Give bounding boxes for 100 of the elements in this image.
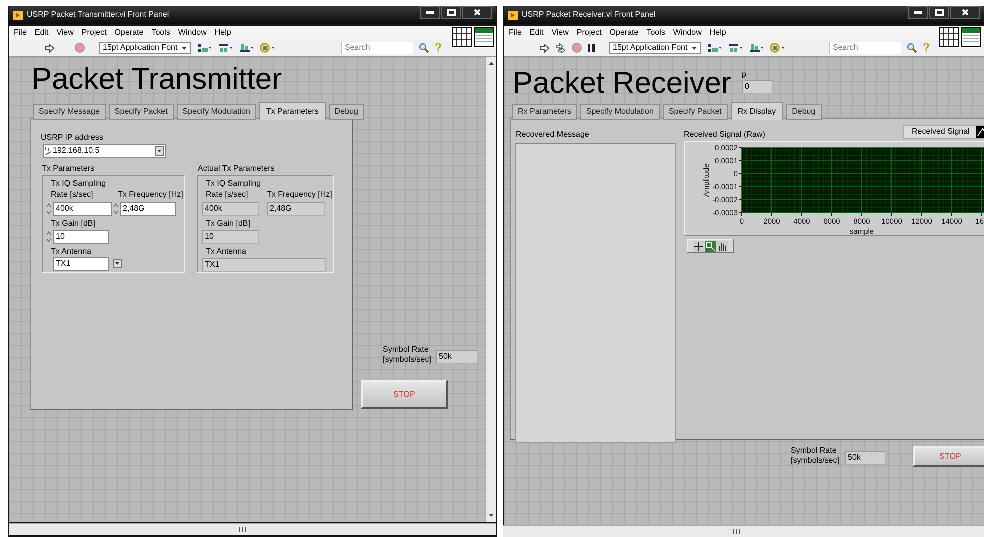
field-label: Symbol Rate xyxy=(383,345,430,355)
tab[interactable]: Rx Parameters xyxy=(512,104,578,120)
help-icon[interactable] xyxy=(923,43,930,53)
plot-legend: Received Signal xyxy=(903,125,984,139)
menu-item[interactable]: Window xyxy=(178,27,207,39)
numeric-indicator: 10 xyxy=(202,230,259,244)
scrollbar[interactable] xyxy=(9,523,496,535)
io-name-icon xyxy=(45,146,52,156)
menu-item[interactable]: View xyxy=(552,27,569,39)
caret-icon xyxy=(692,46,697,50)
menu-item[interactable]: File xyxy=(509,27,522,39)
menu-item[interactable]: Project xyxy=(576,27,602,39)
distribute-icon[interactable] xyxy=(218,43,233,53)
numeric-indicator: 50k xyxy=(845,451,886,465)
text-indicator: TX1 xyxy=(202,258,326,272)
tab[interactable]: Debug xyxy=(786,104,822,120)
menu-item[interactable]: Edit xyxy=(34,27,49,39)
numeric-field[interactable]: 10 xyxy=(53,230,109,244)
crosshair-icon[interactable] xyxy=(693,240,704,252)
help-icon[interactable] xyxy=(435,43,442,53)
field-label: Tx Antenna xyxy=(206,247,246,257)
minimize-button[interactable] xyxy=(908,6,928,19)
ip-address-dropdown[interactable]: 192.168.10.5 xyxy=(43,144,166,158)
caret-icon xyxy=(182,46,187,50)
close-button[interactable] xyxy=(462,6,492,19)
panel-heading: Packet Receiver xyxy=(513,69,732,99)
numeric-field[interactable]: 2,48G xyxy=(120,202,176,216)
maximize-icon xyxy=(934,9,944,16)
tab[interactable]: Specify Packet xyxy=(662,104,728,120)
align-icon[interactable] xyxy=(707,43,722,53)
menu-item[interactable]: Operate xyxy=(610,27,639,39)
field-label: USRP IP address xyxy=(41,133,104,143)
tab[interactable]: Specify Packet xyxy=(108,104,174,120)
maximize-icon xyxy=(446,9,456,16)
text-field[interactable]: TX1 xyxy=(53,257,109,271)
reorder-icon[interactable] xyxy=(770,43,785,53)
tab[interactable]: Specify Modulation xyxy=(176,104,256,120)
menu-item[interactable]: Help xyxy=(214,27,232,39)
numeric-indicator: 400k xyxy=(202,202,259,216)
tab[interactable]: Debug xyxy=(328,104,364,120)
run-arrow-icon[interactable] xyxy=(45,44,55,52)
menu-item[interactable]: Help xyxy=(710,27,726,39)
align-icon[interactable] xyxy=(197,43,212,53)
field-label: p xyxy=(742,70,746,80)
resize-icon[interactable] xyxy=(239,43,254,53)
run-arrow-icon[interactable] xyxy=(540,44,550,52)
tab[interactable]: Rx Display xyxy=(730,102,784,120)
field-label: Tx Frequency [Hz] xyxy=(118,190,184,200)
distribute-icon[interactable] xyxy=(728,43,743,53)
tab[interactable]: Specify Message xyxy=(33,104,106,120)
search-field[interactable]: Search xyxy=(341,42,413,54)
menu-item[interactable]: Tools xyxy=(646,27,666,39)
spinner-arrows[interactable] xyxy=(113,202,119,216)
numeric-indicator: 0 xyxy=(742,80,773,94)
spinner-arrows[interactable] xyxy=(46,202,52,216)
scrollbar[interactable] xyxy=(503,525,984,537)
search-icon[interactable] xyxy=(419,43,429,53)
menu-item[interactable]: View xyxy=(56,27,74,39)
field-label: Rate [s/sec] xyxy=(206,190,248,200)
dropdown-button[interactable] xyxy=(113,259,122,268)
close-icon xyxy=(474,9,480,16)
field-label: Symbol Rate xyxy=(791,446,838,456)
font-dropdown[interactable]: 15pt Application Font xyxy=(609,42,701,54)
maximize-button[interactable] xyxy=(929,6,949,19)
reorder-icon[interactable] xyxy=(260,43,275,53)
resize-icon[interactable] xyxy=(749,43,764,53)
field-label: Received Signal (Raw) xyxy=(684,130,766,140)
field-label: Tx Parameters xyxy=(42,164,94,174)
numeric-field[interactable]: 400k xyxy=(53,202,112,216)
field-label: Tx Gain [dB] xyxy=(51,219,96,229)
font-dropdown[interactable]: 15pt Application Font xyxy=(99,42,191,54)
caret-icon xyxy=(155,146,164,156)
tab[interactable]: Tx Parameters xyxy=(259,102,326,120)
minimize-icon xyxy=(914,11,922,14)
field-label: [symbols/sec] xyxy=(791,456,840,466)
search-field[interactable]: Search xyxy=(829,42,901,54)
panel-heading: Packet Transmitter xyxy=(32,65,282,95)
spinner-arrows[interactable] xyxy=(46,230,52,244)
field-label: Actual Tx Parameters xyxy=(198,164,275,174)
menu-item[interactable]: Project xyxy=(82,27,107,39)
close-button[interactable] xyxy=(950,6,980,19)
menu-item[interactable]: File xyxy=(14,27,27,39)
field-label: Rate [s/sec] xyxy=(51,190,94,200)
tab[interactable]: Specify Modulation xyxy=(580,104,660,120)
run-continuously-icon[interactable] xyxy=(556,43,566,53)
menu-item[interactable]: Window xyxy=(673,27,702,39)
menu-item[interactable]: Tools xyxy=(152,27,170,39)
zoom-icon[interactable] xyxy=(705,240,716,252)
field-label: Tx IQ Sampling xyxy=(51,179,106,189)
field-label: Tx Frequency [Hz] xyxy=(267,190,332,200)
maximize-button[interactable] xyxy=(441,6,461,19)
scrollbar[interactable] xyxy=(485,57,496,522)
menu-item[interactable]: Edit xyxy=(530,27,544,39)
numeric-indicator: 50k xyxy=(436,350,478,364)
window-title: USRP Packet Transmitter.vi Front Panel xyxy=(27,9,170,21)
minimize-button[interactable] xyxy=(420,6,440,19)
pause-icon[interactable] xyxy=(588,44,595,52)
menu-item[interactable]: Operate xyxy=(114,27,144,39)
scroll-up-icon xyxy=(489,62,494,65)
search-icon[interactable] xyxy=(907,43,917,53)
